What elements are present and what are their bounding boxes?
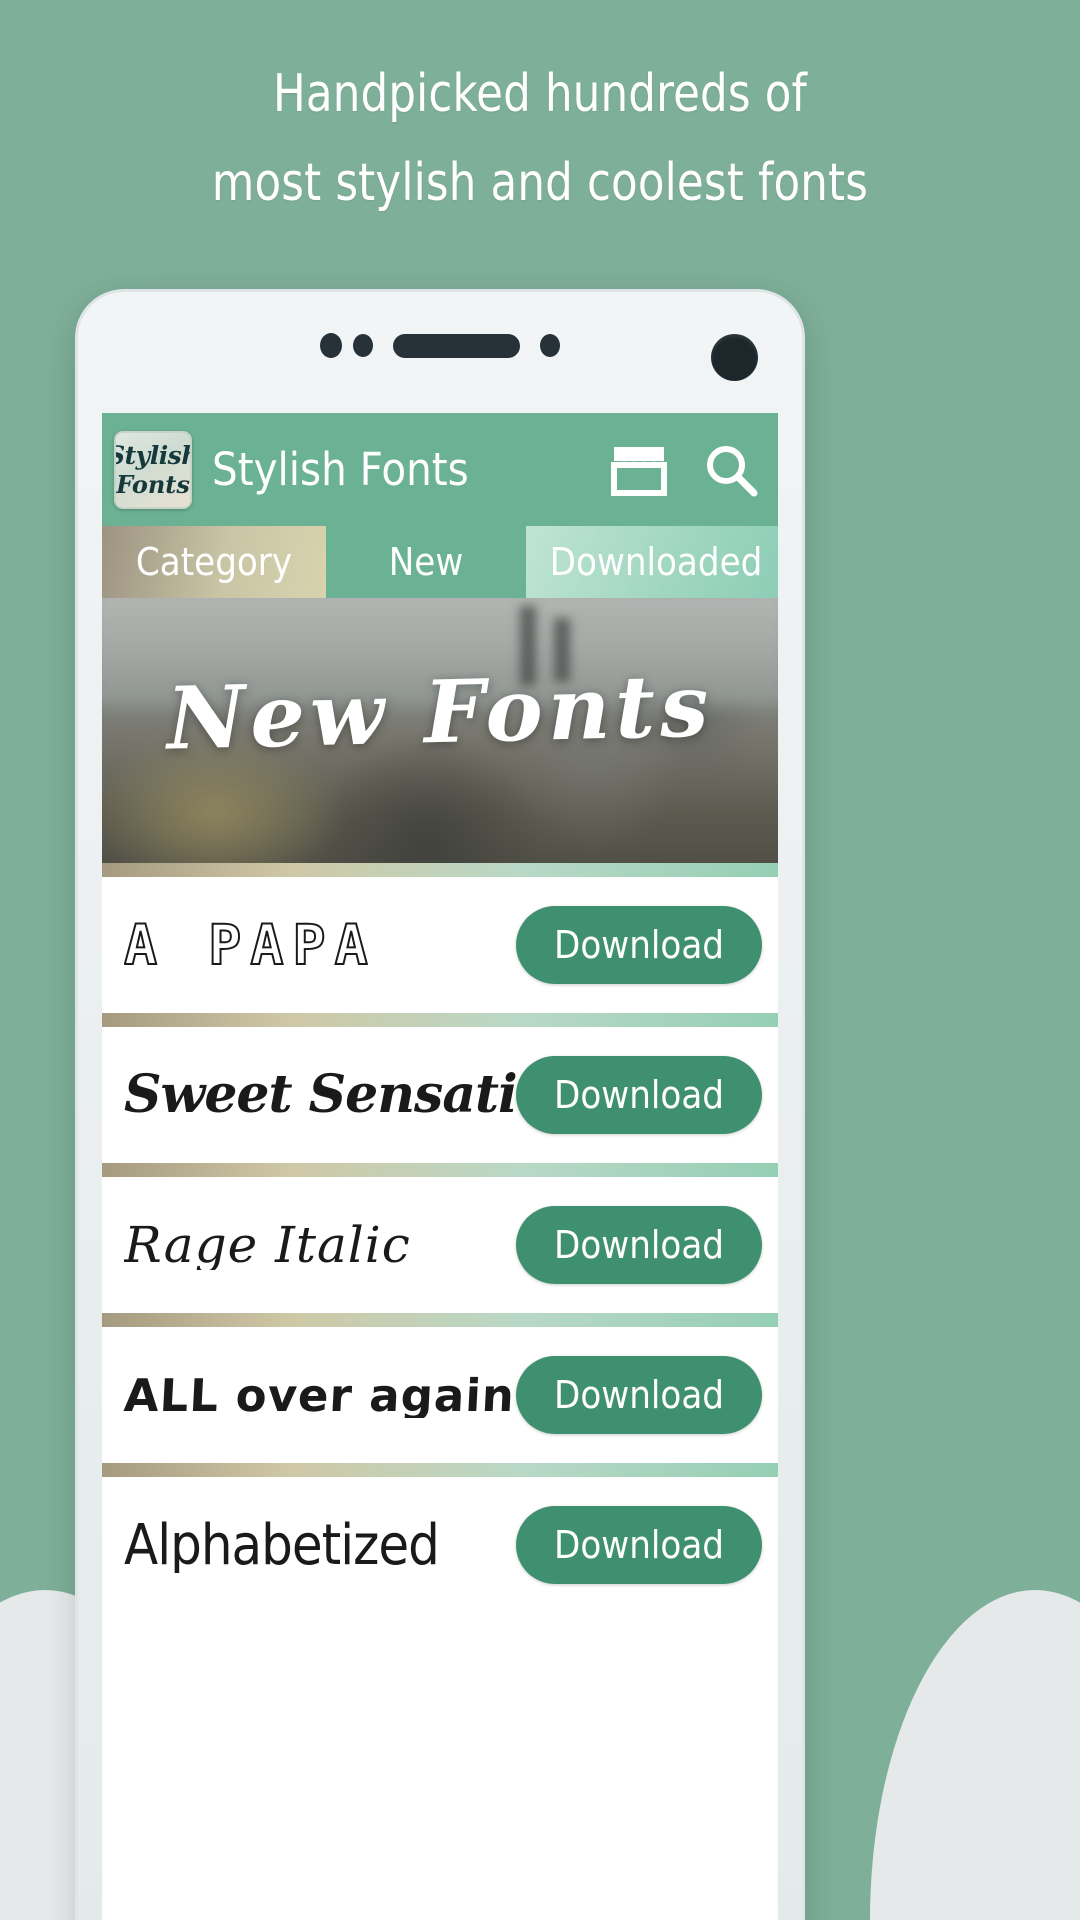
font-name-preview: A PAPA — [124, 917, 377, 973]
font-name-preview: Alphabetized — [124, 1517, 440, 1573]
list-divider — [102, 863, 778, 877]
hero-banner[interactable]: New Fonts — [102, 598, 778, 863]
front-camera-icon — [711, 334, 758, 381]
phone-sensor-row — [78, 333, 802, 358]
list-divider — [102, 1163, 778, 1177]
download-button[interactable]: Download — [516, 906, 762, 984]
app-bar: Stylish Fonts Stylish Fonts — [102, 413, 778, 526]
phone-mockup: Stylish Fonts Stylish Fonts — [78, 292, 802, 1920]
promo-headline-line-1: Handpicked hundreds of — [272, 64, 807, 124]
phone-screen: Stylish Fonts Stylish Fonts — [102, 413, 778, 1920]
led-indicator-icon — [540, 334, 560, 357]
table-row[interactable]: ALL over again Download — [102, 1327, 778, 1463]
background-blob-right — [870, 1590, 1080, 1920]
download-button[interactable]: Download — [516, 1206, 762, 1284]
hero-title: New Fonts — [165, 655, 715, 770]
store-icon[interactable] — [610, 443, 668, 497]
app-title: Stylish Fonts — [212, 443, 469, 496]
earpiece-speaker — [393, 333, 520, 358]
font-name-preview: ALL over again — [122, 1372, 517, 1418]
app-logo-line-2: Fonts — [116, 469, 190, 499]
tab-bar: Category New Downloaded — [102, 526, 778, 598]
download-button[interactable]: Download — [516, 1356, 762, 1434]
light-sensor-icon — [353, 334, 373, 357]
tab-category[interactable]: Category — [102, 526, 326, 598]
search-icon[interactable] — [702, 441, 760, 499]
tab-new[interactable]: New — [326, 526, 526, 598]
proximity-sensor-icon — [320, 333, 342, 358]
font-list: A PAPA Download Sweet Sensation Download… — [102, 863, 778, 1613]
font-name-preview: Sweet Sensation — [124, 1069, 517, 1121]
promo-headline-line-2: most stylish and coolest fonts — [211, 153, 869, 214]
table-row[interactable]: Rage Italic Download — [102, 1177, 778, 1313]
list-divider — [102, 1013, 778, 1027]
table-row[interactable]: Sweet Sensation Download — [102, 1027, 778, 1163]
table-row[interactable]: Alphabetized Download — [102, 1477, 778, 1613]
promo-headline: Handpicked hundreds of most stylish and … — [0, 50, 1080, 229]
font-name-preview: Rage Italic — [124, 1220, 411, 1270]
app-logo-line-1: Stylish — [116, 440, 190, 470]
download-button[interactable]: Download — [516, 1056, 762, 1134]
download-button[interactable]: Download — [516, 1506, 762, 1584]
table-row[interactable]: A PAPA Download — [102, 877, 778, 1013]
list-divider — [102, 1463, 778, 1477]
app-bar-actions — [610, 441, 760, 499]
list-divider — [102, 1313, 778, 1327]
app-logo: Stylish Fonts — [114, 430, 192, 509]
tab-downloaded[interactable]: Downloaded — [526, 526, 778, 598]
